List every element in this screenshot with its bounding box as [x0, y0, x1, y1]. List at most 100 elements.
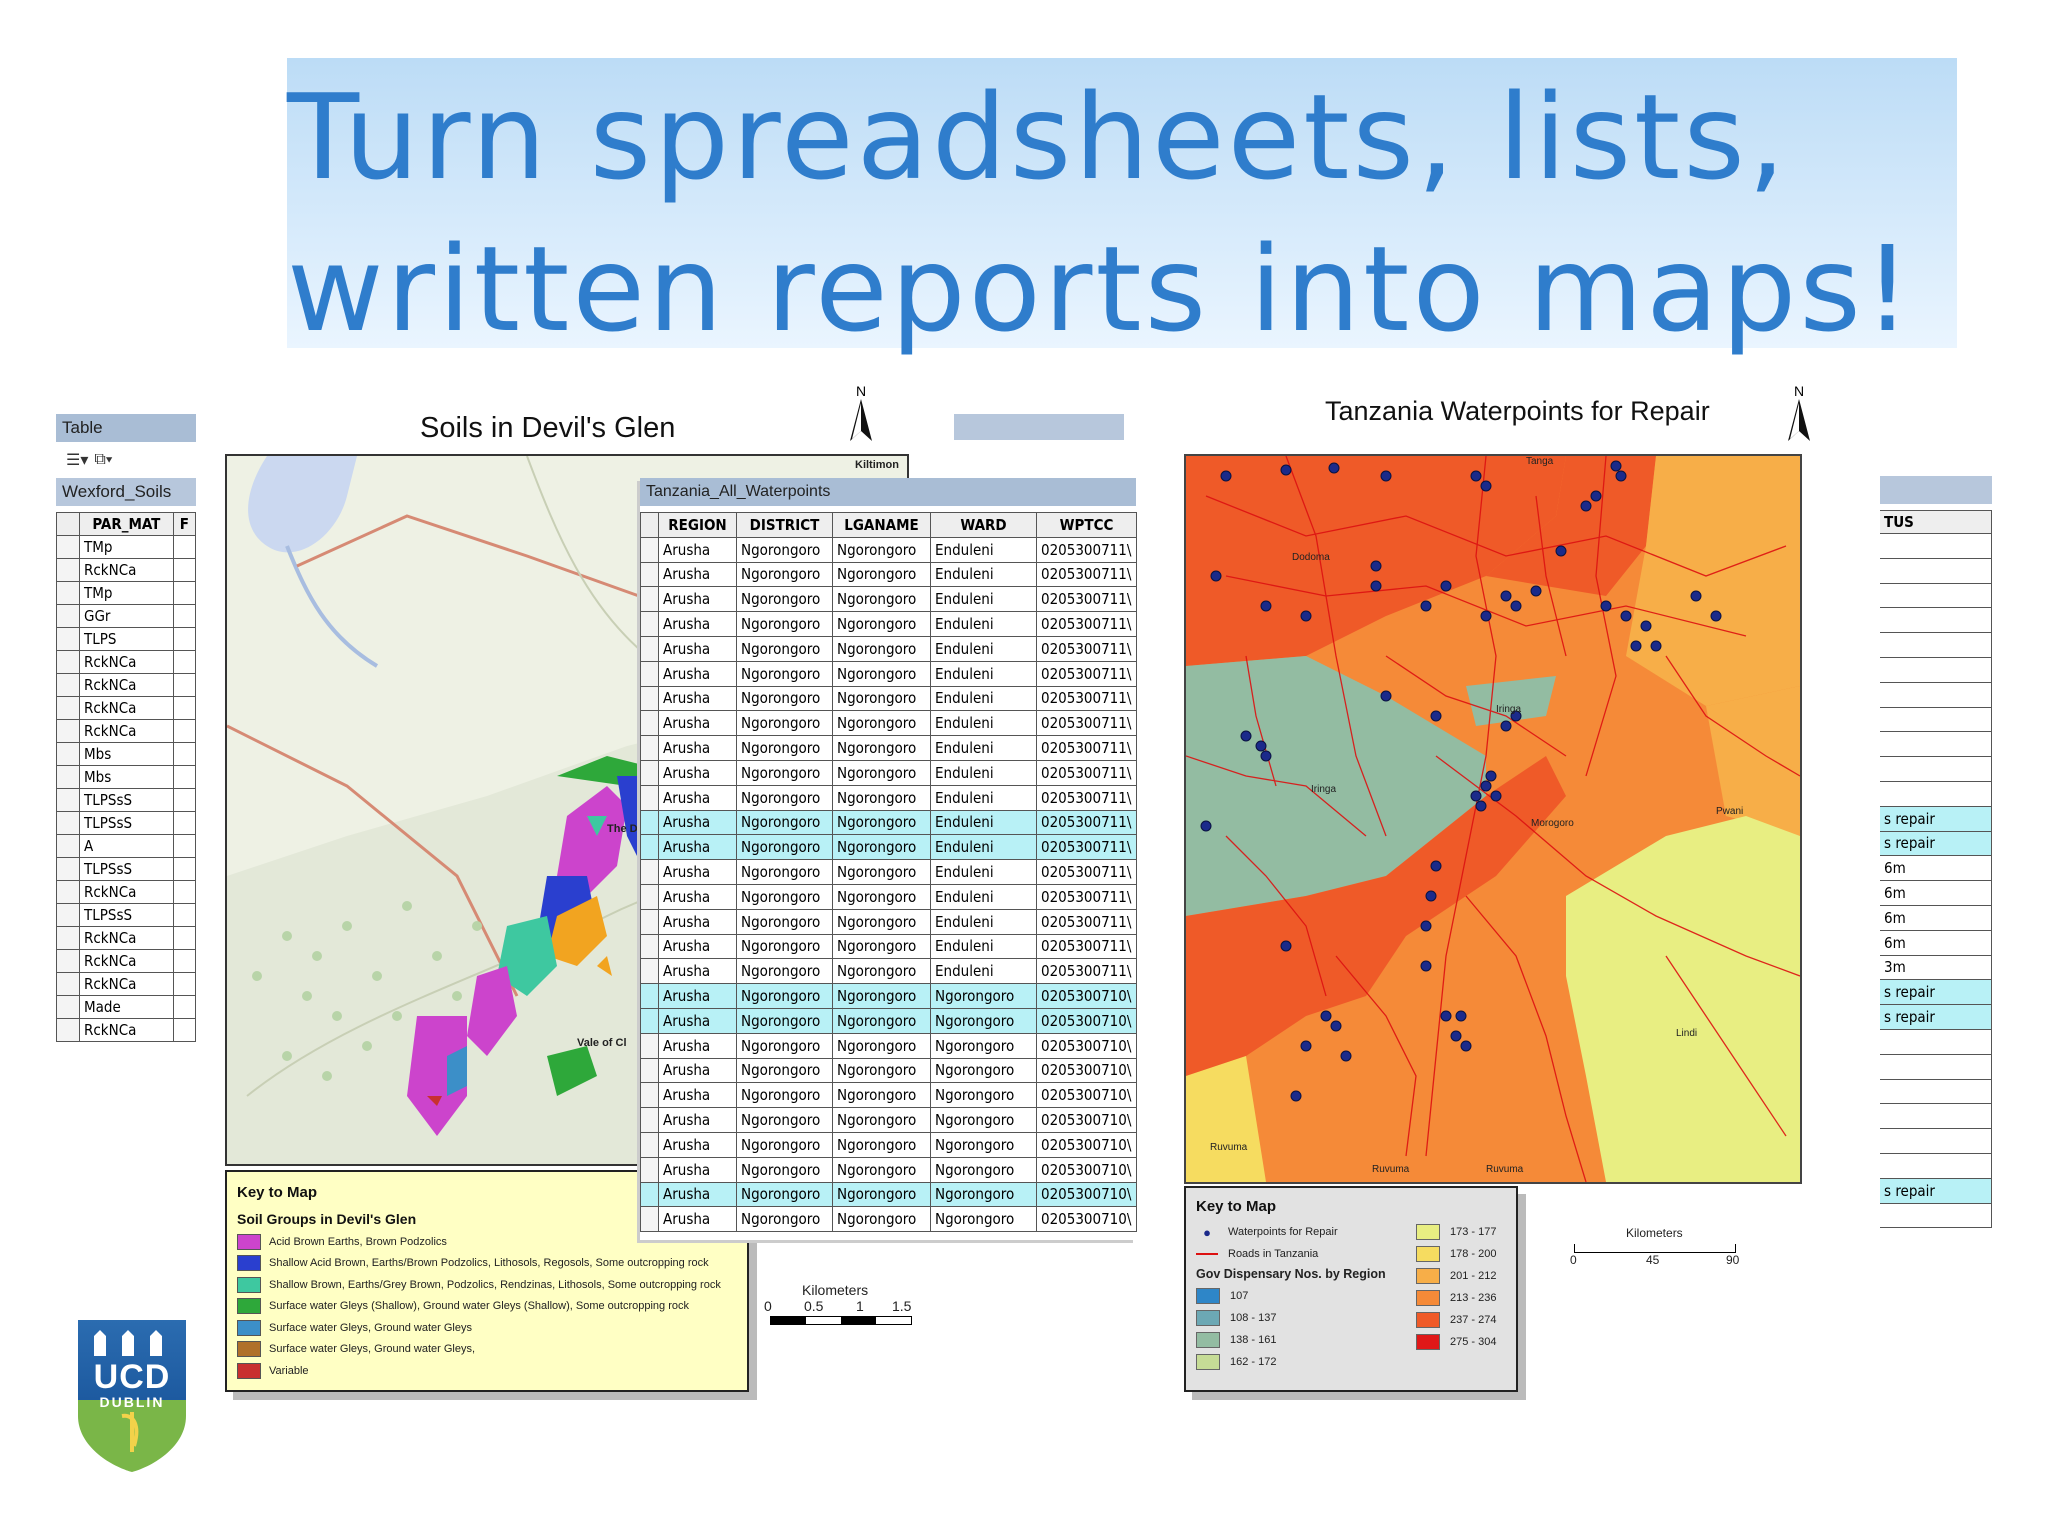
table-row[interactable]: Arusha Ngorongoro Ngorongoro Enduleni 020530… — [640, 908, 1137, 935]
table-row[interactable] — [1880, 1103, 1992, 1130]
column-header-status[interactable]: TUS — [1880, 510, 1992, 534]
table-row[interactable]: Mbs — [56, 742, 197, 766]
table-row[interactable]: RckNCa — [56, 880, 197, 904]
table-row[interactable]: 6m — [1880, 904, 1992, 931]
table-row[interactable]: RckNCa — [56, 650, 197, 674]
table-row[interactable]: RckNCa — [56, 719, 197, 743]
tanzania-map[interactable]: Tanga Dodoma Iringa Iringa Morogoro Pwan… — [1184, 454, 1802, 1184]
layer-tab[interactable]: Wexford_Soils — [56, 478, 196, 506]
table-row[interactable] — [1880, 780, 1992, 807]
table-row[interactable]: Arusha Ngorongoro Ngorongoro Enduleni 020530… — [640, 586, 1137, 613]
table-row[interactable] — [1880, 632, 1992, 658]
legend-swatch — [237, 1319, 261, 1336]
table-row[interactable]: Arusha Ngorongoro Ngorongoro Enduleni 020530… — [640, 883, 1137, 910]
table-row[interactable]: Arusha Ngorongoro Ngorongoro Ngorongoro 0205… — [640, 1007, 1137, 1034]
table-row[interactable]: TLPSsS — [56, 811, 197, 835]
table-row[interactable]: s repair — [1880, 805, 1992, 832]
ward-cell: Enduleni — [930, 859, 1037, 885]
table-row[interactable]: Arusha Ngorongoro Ngorongoro Ngorongoro 0205… — [640, 1107, 1137, 1133]
table-row[interactable]: RckNCa — [56, 1018, 197, 1042]
table-row[interactable]: Arusha Ngorongoro Ngorongoro Enduleni 020530… — [640, 759, 1137, 786]
related-tables-icon[interactable]: ⧉▾ — [94, 451, 112, 469]
column-header-ward[interactable]: WARD — [930, 512, 1037, 538]
table-row[interactable]: TLPSsS — [56, 903, 197, 927]
table-row[interactable] — [1880, 607, 1992, 634]
table-row[interactable]: Arusha Ngorongoro Ngorongoro Enduleni 020530… — [640, 611, 1137, 637]
table-row[interactable] — [1880, 731, 1992, 758]
table-row[interactable]: 6m — [1880, 929, 1992, 956]
table-row[interactable]: GGr — [56, 604, 197, 628]
table-options-icon[interactable]: ☰▾ — [66, 450, 88, 470]
ward-cell: Ngorongoro — [930, 1107, 1037, 1133]
table-row[interactable]: Arusha Ngorongoro Ngorongoro Ngorongoro 0205… — [640, 1032, 1137, 1059]
table-row[interactable]: RckNCa — [56, 949, 197, 973]
table-row[interactable]: Arusha Ngorongoro Ngorongoro Ngorongoro 0205… — [640, 1156, 1137, 1183]
table-row[interactable] — [1880, 1053, 1992, 1080]
table-row[interactable]: Arusha Ngorongoro Ngorongoro Enduleni 020530… — [640, 834, 1137, 861]
table-row[interactable] — [1880, 1202, 1992, 1229]
table-row[interactable]: s repair — [1880, 979, 1992, 1006]
choropleth-title: Gov Dispensary Nos. by Region — [1196, 1267, 1386, 1281]
table-row[interactable] — [1880, 1028, 1992, 1055]
wptcc-cell: 0205300711\ — [1036, 710, 1137, 737]
table-row[interactable]: Arusha Ngorongoro Ngorongoro Enduleni 020530… — [640, 685, 1137, 712]
table-row[interactable]: Arusha Ngorongoro Ngorongoro Enduleni 020530… — [640, 735, 1137, 761]
table-row[interactable]: Arusha Ngorongoro Ngorongoro Enduleni 020530… — [640, 635, 1137, 662]
column-header-wptcc[interactable]: WPTCC — [1036, 512, 1137, 538]
table-row[interactable]: Arusha Ngorongoro Ngorongoro Enduleni 020530… — [640, 536, 1137, 563]
table-row[interactable] — [1880, 1152, 1992, 1179]
table-row[interactable]: TLPS — [56, 627, 197, 651]
region-cell: Arusha — [658, 1057, 737, 1084]
table-row[interactable] — [1880, 1128, 1992, 1154]
table-row[interactable]: Arusha Ngorongoro Ngorongoro Ngorongoro 0205… — [640, 1181, 1137, 1208]
table-row[interactable] — [1880, 656, 1992, 683]
table-row[interactable]: 3m — [1880, 954, 1992, 981]
table-row[interactable] — [1880, 533, 1992, 559]
table-row[interactable]: RckNCa — [56, 926, 197, 950]
table-row[interactable]: A — [56, 834, 197, 858]
column-header-region[interactable]: REGION — [658, 512, 737, 538]
column-header-lganame[interactable]: LGANAME — [832, 512, 931, 538]
table-row[interactable]: Arusha Ngorongoro Ngorongoro Ngorongoro 0205… — [640, 1057, 1137, 1084]
column-header-partial[interactable]: F — [172, 512, 197, 536]
table-row[interactable]: TMp — [56, 535, 197, 559]
table-row[interactable] — [1880, 582, 1992, 609]
column-header-par-mat[interactable]: PAR_MAT — [79, 512, 174, 536]
table-row[interactable] — [1880, 557, 1992, 584]
legend-waterpoints: ● Waterpoints for Repair — [1196, 1221, 1416, 1243]
table-row[interactable]: Arusha Ngorongoro Ngorongoro Enduleni 020530… — [640, 784, 1137, 811]
table-row[interactable]: s repair — [1880, 1177, 1992, 1204]
table-row[interactable]: Arusha Ngorongoro Ngorongoro Enduleni 020530… — [640, 933, 1137, 960]
table-row[interactable]: Arusha Ngorongoro Ngorongoro Enduleni 020530… — [640, 809, 1137, 836]
table-row[interactable]: RckNCa — [56, 673, 197, 697]
table-row[interactable] — [1880, 1078, 1992, 1105]
table-row[interactable] — [1880, 706, 1992, 733]
table-row[interactable]: s repair — [1880, 830, 1992, 857]
par-mat-cell: RckNCa — [79, 926, 174, 950]
column-header-district[interactable]: DISTRICT — [736, 512, 833, 538]
table-row[interactable]: Arusha Ngorongoro Ngorongoro Ngorongoro 0205… — [640, 1206, 1137, 1233]
table-row[interactable]: Arusha Ngorongoro Ngorongoro Enduleni 020530… — [640, 561, 1137, 588]
table-row[interactable]: s repair — [1880, 1004, 1992, 1030]
table-row[interactable]: RckNCa — [56, 696, 197, 720]
table-row[interactable]: Arusha Ngorongoro Ngorongoro Ngorongoro 0205… — [640, 983, 1137, 1009]
table-row[interactable]: 6m — [1880, 855, 1992, 882]
table-row[interactable]: Made — [56, 995, 197, 1019]
table-row[interactable]: TLPSsS — [56, 788, 197, 812]
table-row[interactable]: Arusha Ngorongoro Ngorongoro Enduleni 020530… — [640, 958, 1137, 985]
table-row[interactable]: Arusha Ngorongoro Ngorongoro Enduleni 020530… — [640, 660, 1137, 687]
table-row[interactable]: TMp — [56, 581, 197, 605]
table-row[interactable]: Arusha Ngorongoro Ngorongoro Ngorongoro 0205… — [640, 1131, 1137, 1158]
table-row[interactable]: Mbs — [56, 765, 197, 789]
table-row[interactable]: 6m — [1880, 880, 1992, 906]
table-row[interactable]: Arusha Ngorongoro Ngorongoro Enduleni 020530… — [640, 710, 1137, 737]
table-row[interactable] — [1880, 681, 1992, 708]
table-row[interactable]: RckNCa — [56, 558, 197, 582]
waterpoints-window-title[interactable]: Tanzania_All_Waterpoints — [640, 478, 1136, 506]
table-row[interactable] — [1880, 756, 1992, 782]
table-row[interactable]: RckNCa — [56, 972, 197, 996]
legend-item: 213 - 236 — [1416, 1287, 1506, 1309]
table-row[interactable]: TLPSsS — [56, 857, 197, 881]
table-row[interactable]: Arusha Ngorongoro Ngorongoro Ngorongoro 0205… — [640, 1082, 1137, 1109]
table-row[interactable]: Arusha Ngorongoro Ngorongoro Enduleni 020530… — [640, 859, 1137, 885]
